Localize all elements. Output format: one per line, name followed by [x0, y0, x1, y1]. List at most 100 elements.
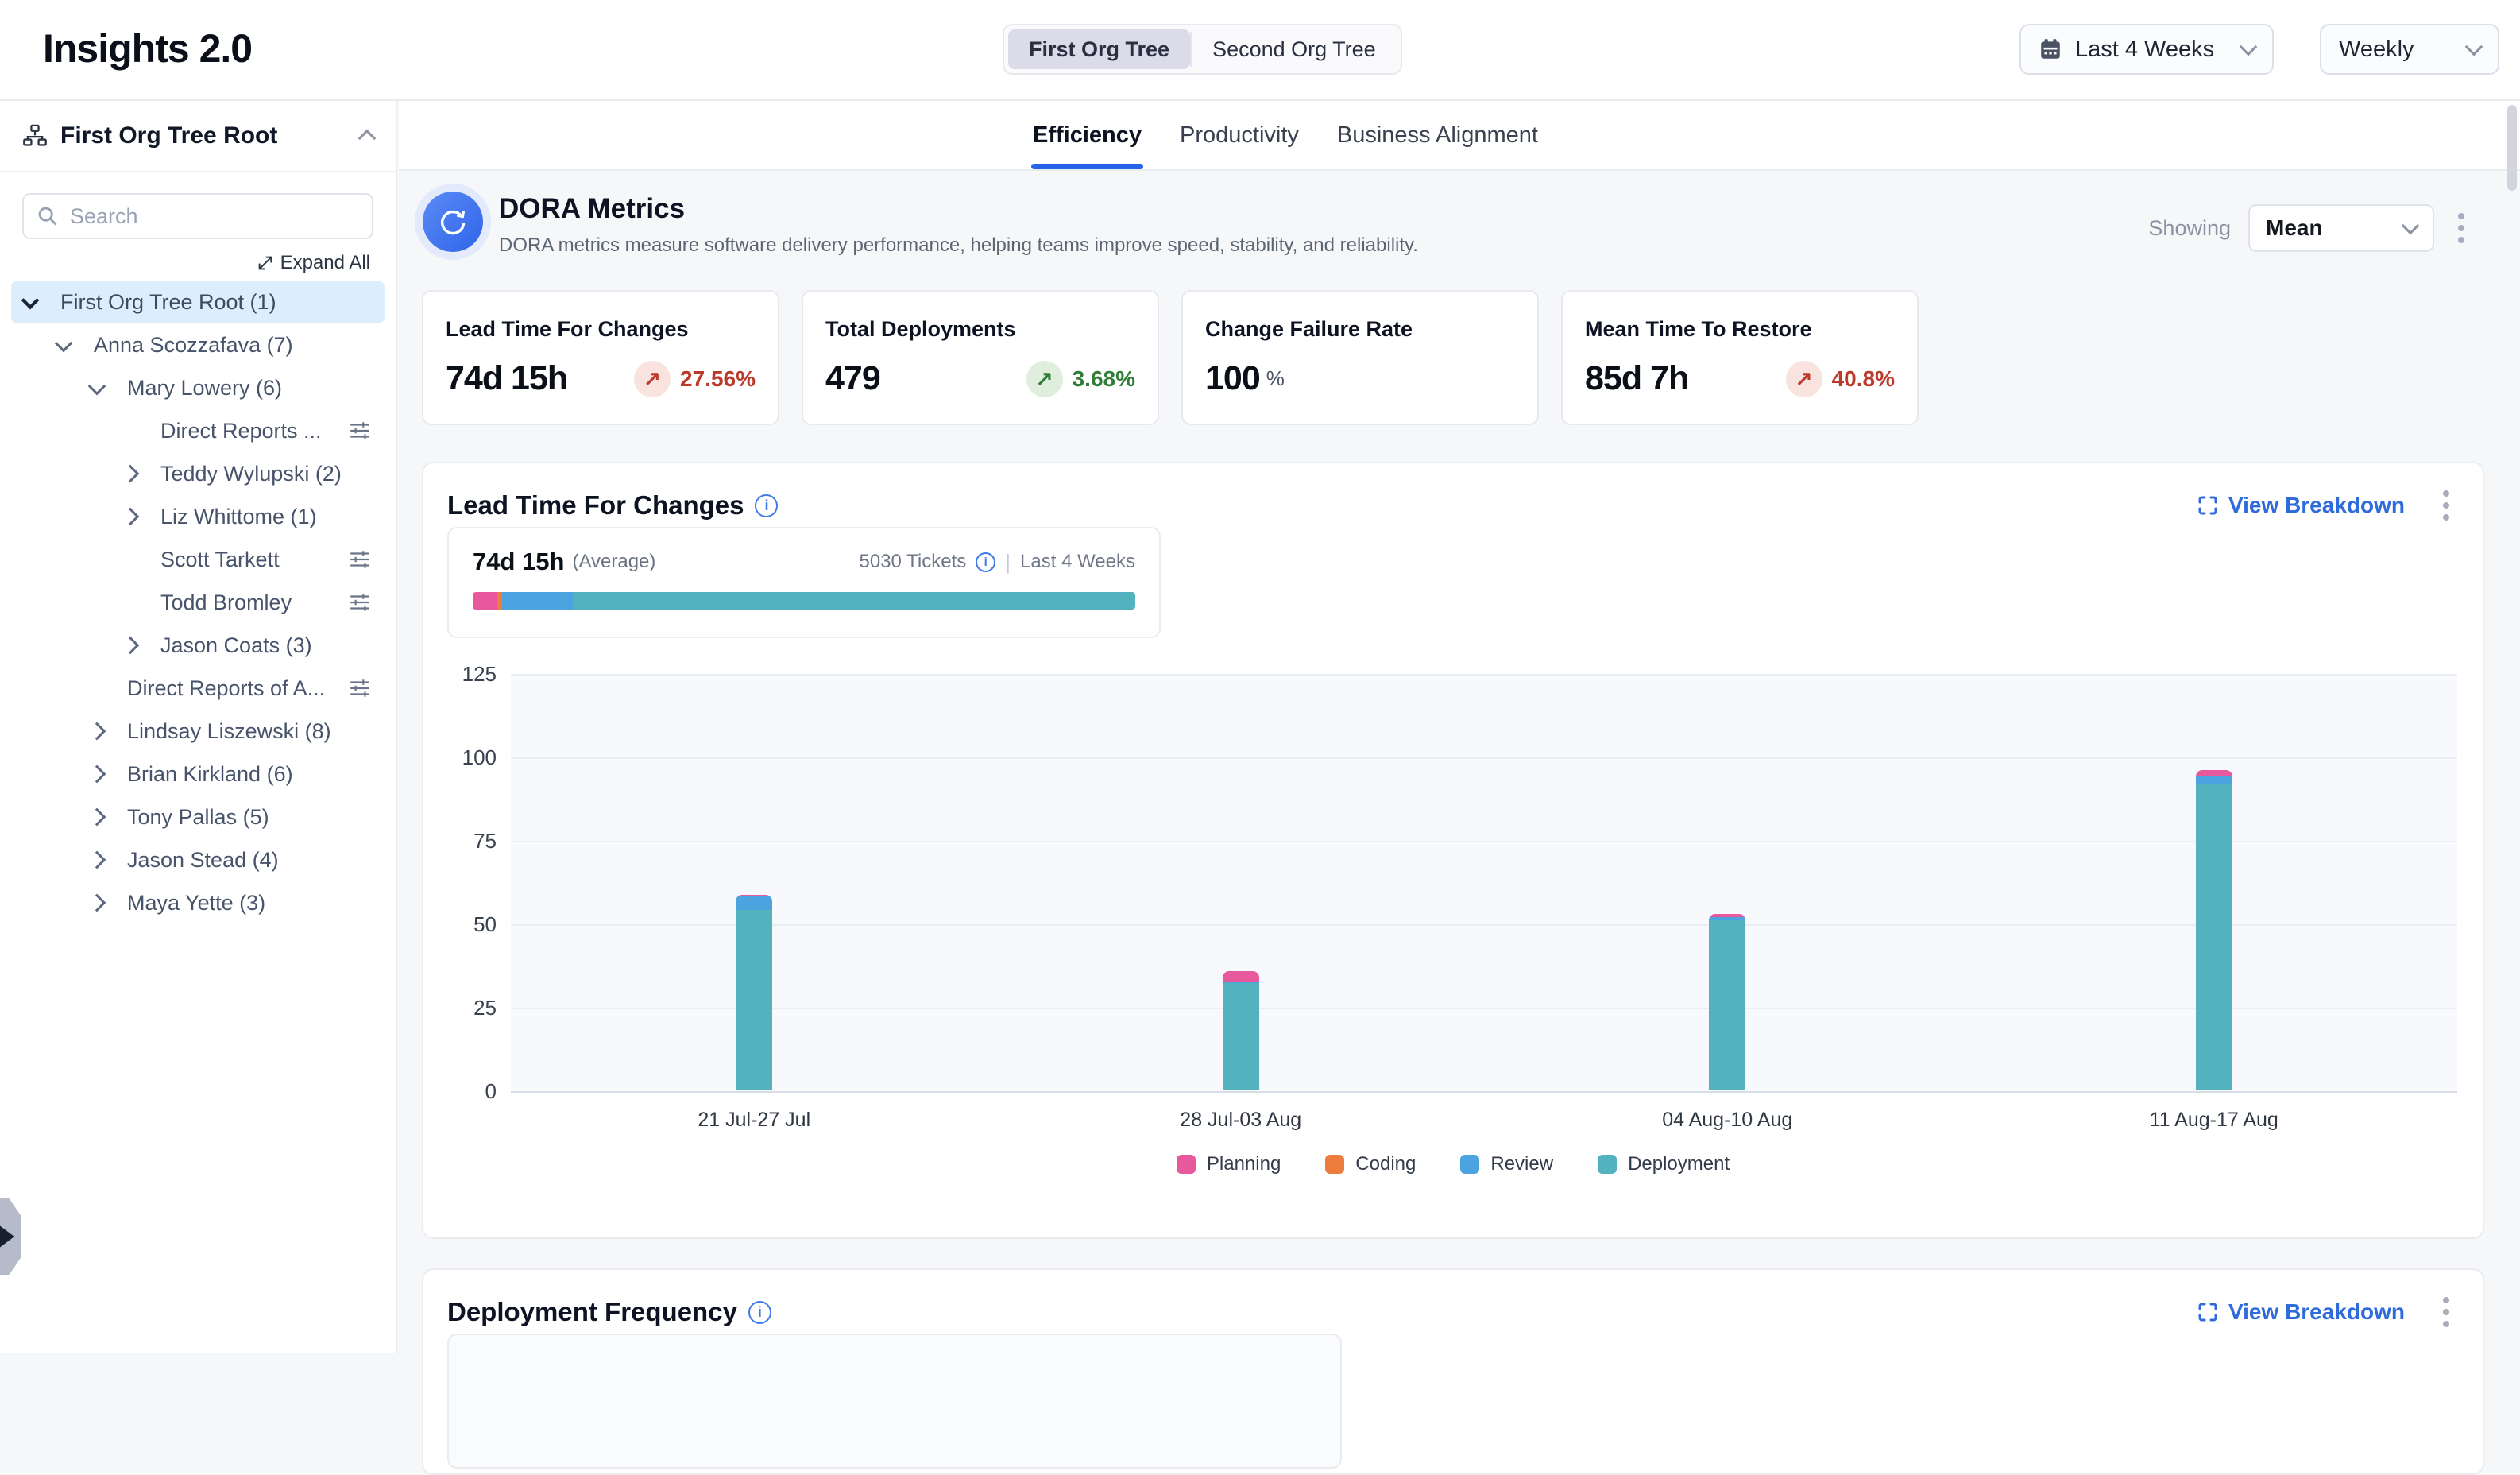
tree-item-scott-tarkett[interactable]: Scott Tarkett: [11, 538, 385, 581]
trend-up-icon: ↗: [1786, 361, 1822, 397]
metric-title: Change Failure Rate: [1205, 317, 1515, 342]
aggregation-value: Mean: [2266, 215, 2323, 241]
legend-label: Planning: [1207, 1153, 1281, 1175]
tree-item-todd-bromley[interactable]: Todd Bromley: [11, 581, 385, 624]
trend-up-icon: ↗: [634, 361, 671, 397]
org-tree-toggle: First Org Tree Second Org Tree: [1003, 24, 1402, 75]
summary-bar-planning: [473, 592, 497, 610]
main-content: Efficiency Productivity Business Alignme…: [399, 101, 2520, 1353]
info-icon[interactable]: i: [748, 1301, 771, 1324]
chevron-down-icon: [2465, 38, 2483, 56]
metric-value: 100: [1205, 359, 1260, 398]
section-title: Lead Time For Changes: [447, 490, 744, 521]
stacked-bar-28 Jul-03 Aug[interactable]: [1223, 971, 1259, 1090]
section-kebab-menu[interactable]: [2437, 484, 2456, 527]
x-axis-label: 28 Jul-03 Aug: [1122, 1109, 1360, 1132]
stacked-bar-11 Aug-17 Aug[interactable]: [2196, 770, 2232, 1090]
summary-range: Last 4 Weeks: [1020, 551, 1135, 573]
tree-item-mary-lowery[interactable]: Mary Lowery (6): [11, 366, 385, 409]
bar-segment-review: [736, 896, 772, 910]
summary-bar-deployment: [573, 592, 1135, 610]
lead-time-chart: [511, 674, 2457, 1091]
filter-icon[interactable]: [348, 548, 372, 571]
sidebar-root-label: First Org Tree Root: [60, 122, 277, 149]
y-axis-tick: 125: [428, 662, 497, 687]
tree-item-root[interactable]: First Org Tree Root (1): [11, 281, 385, 323]
search-icon: [37, 205, 59, 227]
tree-item-jason-stead[interactable]: Jason Stead (4): [11, 838, 385, 881]
tab-efficiency[interactable]: Efficiency: [1031, 101, 1143, 169]
gridline: [511, 757, 2457, 759]
tree-item-jason-coats[interactable]: Jason Coats (3): [11, 624, 385, 667]
summary-bar-review: [502, 592, 573, 610]
sidebar-search[interactable]: [22, 193, 373, 239]
bar-segment-deployment: [2196, 784, 2232, 1090]
toggle-second-org-tree[interactable]: Second Org Tree: [1192, 29, 1397, 69]
granularity-select[interactable]: Weekly: [2320, 24, 2499, 75]
stacked-bar-04 Aug-10 Aug[interactable]: [1709, 914, 1745, 1090]
tree-item-anna-scozzafava[interactable]: Anna Scozzafava (7): [11, 323, 385, 366]
card-lead-time-for-changes: Lead Time For Changes 74d 15h ↗ 27.56%: [422, 290, 779, 425]
info-icon[interactable]: i: [755, 494, 778, 517]
dora-kebab-menu[interactable]: [2452, 207, 2471, 250]
metric-title: Mean Time To Restore: [1585, 317, 1895, 342]
tab-business-alignment[interactable]: Business Alignment: [1335, 101, 1540, 169]
toggle-first-org-tree[interactable]: First Org Tree: [1008, 29, 1190, 69]
tree-item-teddy-wylupski[interactable]: Teddy Wylupski (2): [11, 452, 385, 495]
tree-item-lindsay-liszewski[interactable]: Lindsay Liszewski (8): [11, 710, 385, 753]
legend-item-planning[interactable]: Planning: [1177, 1153, 1281, 1175]
legend-item-deployment[interactable]: Deployment: [1598, 1153, 1730, 1175]
insights-app: { "header": { "title": "Insights 2.0", "…: [0, 0, 2520, 1353]
legend-swatch: [1598, 1155, 1617, 1174]
deployment-summary-card: [447, 1334, 1342, 1469]
org-chart-icon: [22, 123, 48, 149]
tree-item-liz-whittome[interactable]: Liz Whittome (1): [11, 495, 385, 538]
app-title: Insights 2.0: [43, 25, 252, 72]
bar-segment-planning: [1223, 971, 1259, 981]
showing-row: Showing Mean: [2148, 204, 2471, 252]
info-icon[interactable]: i: [976, 552, 995, 572]
metric-value: 74d 15h: [446, 359, 567, 398]
aggregation-select[interactable]: Mean: [2248, 204, 2434, 252]
bar-segment-review: [2196, 776, 2232, 784]
card-mean-time-to-restore: Mean Time To Restore 85d 7h ↗ 40.8%: [1561, 290, 1919, 425]
showing-label: Showing: [2148, 216, 2231, 241]
stacked-bar-21 Jul-27 Jul[interactable]: [736, 895, 772, 1090]
summary-bar-coding: [497, 592, 502, 610]
bar-segment-deployment: [1709, 920, 1745, 1090]
expand-all-button[interactable]: Expand All: [25, 252, 370, 274]
view-breakdown-link[interactable]: View Breakdown: [2197, 493, 2405, 518]
lead-time-panel: Lead Time For Changes i View Breakdown 7…: [422, 462, 2484, 1239]
legend-label: Deployment: [1628, 1153, 1730, 1175]
bar-segment-planning: [2196, 770, 2232, 776]
section-kebab-menu[interactable]: [2437, 1291, 2456, 1334]
x-axis-label: 21 Jul-27 Jul: [635, 1109, 873, 1132]
date-range-select[interactable]: Last 4 Weeks: [2019, 24, 2274, 75]
tree-item-maya-yette[interactable]: Maya Yette (3): [11, 881, 385, 924]
tree-item-tony-pallas[interactable]: Tony Pallas (5): [11, 796, 385, 838]
metric-title: Total Deployments: [825, 317, 1135, 342]
metric-delta: ↗ 40.8%: [1786, 361, 1895, 397]
view-breakdown-link[interactable]: View Breakdown: [2197, 1299, 2405, 1325]
legend-item-coding[interactable]: Coding: [1325, 1153, 1416, 1175]
collapse-chevron-icon[interactable]: [358, 130, 377, 148]
legend-item-review[interactable]: Review: [1460, 1153, 1553, 1175]
chevron-down-icon: [2240, 38, 2258, 56]
search-input[interactable]: [68, 203, 359, 230]
summary-average-label: (Average): [572, 551, 655, 573]
tabs-bar: Efficiency Productivity Business Alignme…: [399, 101, 2520, 171]
metric-title: Lead Time For Changes: [446, 317, 756, 342]
filter-icon[interactable]: [348, 419, 372, 443]
tree-item-direct-reports[interactable]: Direct Reports ...: [11, 409, 385, 452]
metric-value: 479: [825, 359, 880, 398]
metric-delta: ↗ 27.56%: [634, 361, 756, 397]
filter-icon[interactable]: [348, 676, 372, 700]
filter-icon[interactable]: [348, 590, 372, 614]
tree-item-brian-kirkland[interactable]: Brian Kirkland (6): [11, 753, 385, 796]
tree-item-direct-reports-of-anna[interactable]: Direct Reports of A...: [11, 667, 385, 710]
scrollbar-thumb[interactable]: [2507, 105, 2517, 191]
calendar-icon: [2039, 37, 2062, 61]
sidebar-header[interactable]: First Org Tree Root: [0, 101, 396, 172]
dora-metrics-title: DORA Metrics: [499, 193, 685, 225]
tab-productivity[interactable]: Productivity: [1178, 101, 1301, 169]
